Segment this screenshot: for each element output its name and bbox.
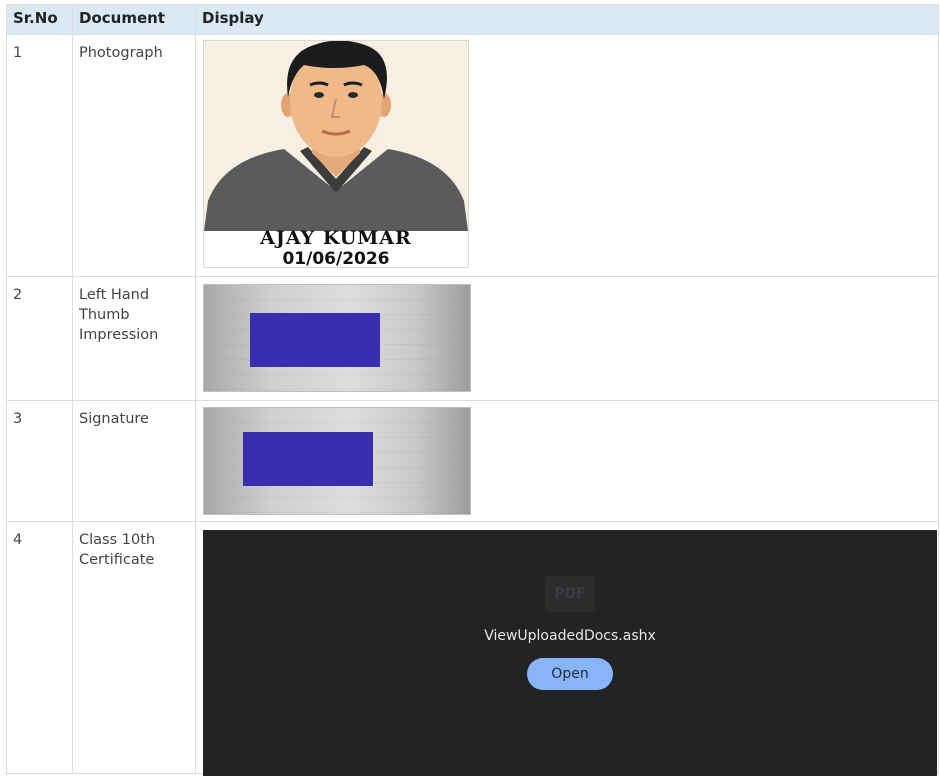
row-display: PDF ViewUploadedDocs.ashx Open <box>195 521 939 776</box>
photo-date-caption: 01/06/2026 <box>282 249 390 268</box>
row-sr-no: 2 <box>6 276 73 401</box>
table-row: 3 Signature <box>6 400 939 522</box>
row-sr-no: 1 <box>6 34 73 277</box>
pdf-file-name: ViewUploadedDocs.ashx <box>484 628 656 644</box>
redaction-box <box>250 313 380 367</box>
open-button[interactable]: Open <box>527 658 613 690</box>
row-display <box>195 276 939 401</box>
table-row: 4 Class 10th Certificate PDF ViewUploade… <box>6 521 939 776</box>
table-row: 1 Photograph AJAY KUMAR 01/06/2026 <box>6 34 939 277</box>
photograph-image[interactable]: AJAY KUMAR 01/06/2026 <box>203 40 469 268</box>
thumb-impression-image[interactable] <box>203 284 471 392</box>
row-sr-no: 3 <box>6 400 73 522</box>
header-sr-no: Sr.No <box>6 4 73 35</box>
row-document-name: Left Hand Thumb Impression <box>72 276 196 401</box>
header-display: Display <box>195 4 939 35</box>
row-document-name: Class 10th Certificate <box>72 521 196 774</box>
table-row: 2 Left Hand Thumb Impression <box>6 276 939 401</box>
photo-name-caption: AJAY KUMAR <box>260 227 412 249</box>
row-sr-no: 4 <box>6 521 73 774</box>
row-document-name: Photograph <box>72 34 196 277</box>
documents-table: Sr.No Document Display 1 Photograph AJAY… <box>6 4 939 776</box>
row-document-name: Signature <box>72 400 196 522</box>
signature-image[interactable] <box>203 407 471 515</box>
pdf-file-icon: PDF <box>545 576 595 612</box>
row-display: AJAY KUMAR 01/06/2026 <box>195 34 939 277</box>
person-illustration <box>204 41 468 231</box>
redaction-box <box>243 432 373 486</box>
header-document: Document <box>72 4 196 35</box>
table-header: Sr.No Document Display <box>6 4 939 35</box>
pdf-viewer: PDF ViewUploadedDocs.ashx Open <box>203 530 937 776</box>
row-display <box>195 400 939 522</box>
